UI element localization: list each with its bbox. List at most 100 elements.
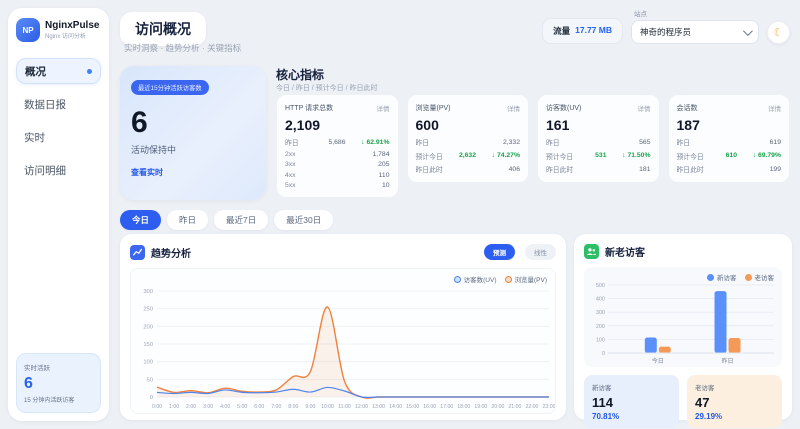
row-value: 2,332 [468, 139, 520, 146]
tab-last-7-days[interactable]: 最近7日 [214, 210, 268, 230]
svg-text:6:00: 6:00 [254, 404, 264, 410]
svg-text:2:00: 2:00 [186, 404, 196, 410]
stat-percent: 70.81% [592, 412, 671, 421]
app-logo: NP NginxPulse Nginx 访问分析 [16, 18, 101, 42]
tab-last-30-days[interactable]: 最近30日 [274, 210, 333, 230]
moon-icon: ☾ [774, 26, 784, 39]
svg-text:300: 300 [596, 310, 605, 316]
row-delta: ↓ 71.50% [607, 152, 651, 159]
site-select[interactable]: 神奇的程序员 [631, 20, 759, 44]
svg-text:22:00: 22:00 [525, 404, 538, 410]
svg-text:14:00: 14:00 [389, 404, 402, 410]
hero-status: 活动保持中 [131, 143, 255, 156]
svg-text:100: 100 [596, 337, 605, 343]
tab-yesterday[interactable]: 昨日 [167, 210, 208, 230]
row-label: 2xx [285, 151, 337, 158]
row-label: 预计今日 [677, 151, 707, 161]
trend-legend: 访客数(UV) 浏览量(PV) [454, 274, 547, 284]
sidebar-item-daily-report[interactable]: 数据日报 [16, 91, 101, 117]
hero-value: 6 [131, 106, 255, 140]
svg-text:3:00: 3:00 [203, 404, 213, 410]
svg-text:13:00: 13:00 [372, 404, 385, 410]
trend-mode-forecast-button[interactable]: 预测 [484, 244, 515, 260]
svg-text:50: 50 [147, 377, 153, 383]
metric-card-title: 会话数 [677, 103, 698, 113]
svg-text:10:00: 10:00 [321, 404, 334, 410]
row-value: 619 [729, 139, 781, 146]
old-visitor-stat-box: 老访客 47 29.19% [687, 375, 782, 428]
stat-value: 114 [592, 395, 671, 410]
hero-badge: 最近15分钟活跃访客数 [131, 80, 209, 95]
row-value: 610 [707, 152, 737, 159]
app-subtitle: Nginx 访问分析 [45, 31, 99, 40]
sidebar-menu: 概况 数据日报 实时 访问明细 [16, 58, 101, 183]
page-title: 访问概况 [120, 12, 206, 46]
traffic-badge: 流量 17.77 MB [542, 18, 623, 44]
row-label: 预计今日 [546, 151, 576, 161]
svg-text:200: 200 [596, 324, 605, 330]
sidebar: NP NginxPulse Nginx 访问分析 概况 数据日报 实时 访问明细… [8, 8, 109, 421]
row-label: 昨日 [285, 137, 315, 147]
metric-card-detail-link[interactable]: 详情 [768, 103, 781, 113]
trend-analysis-panel: 趋势分析 预测 线性 访客数(UV) 浏览量(PV) 0501001502002… [120, 234, 566, 420]
svg-text:16:00: 16:00 [423, 404, 436, 410]
svg-text:1:00: 1:00 [169, 404, 179, 410]
row-label: 昨日 [546, 137, 598, 147]
sidebar-item-visit-detail[interactable]: 访问明细 [16, 157, 101, 183]
row-value: 5,686 [315, 139, 345, 146]
pv-dot-icon [505, 276, 512, 283]
sidebar-item-label: 访问明细 [24, 163, 66, 178]
core-metrics-title: 核心指标 [276, 66, 324, 83]
row-label: 4xx [285, 172, 337, 179]
metric-card-title: HTTP 请求总数 [285, 103, 333, 113]
svg-text:21:00: 21:00 [508, 404, 521, 410]
active-visitors-value: 6 [24, 375, 93, 393]
svg-text:500: 500 [596, 283, 605, 289]
sidebar-item-label: 数据日报 [24, 97, 66, 112]
new-visitor-stat-box: 新访客 114 70.81% [584, 375, 679, 428]
row-label: 昨日 [677, 137, 729, 147]
svg-text:15:00: 15:00 [406, 404, 419, 410]
row-value: 1,784 [337, 151, 389, 158]
visitor-stats: 新访客 114 70.81% 老访客 47 29.19% [584, 375, 782, 428]
svg-text:18:00: 18:00 [457, 404, 470, 410]
metric-card-detail-link[interactable]: 详情 [377, 103, 390, 113]
site-select-value: 神奇的程序员 [640, 26, 691, 38]
row-value: 181 [598, 166, 650, 173]
svg-text:20:00: 20:00 [491, 404, 504, 410]
sidebar-item-overview[interactable]: 概况 [16, 58, 101, 84]
trend-line-chart: 0501001502002503000:001:002:003:004:005:… [131, 269, 555, 413]
svg-text:0: 0 [602, 351, 605, 357]
stat-label: 新访客 [592, 382, 671, 392]
legend-item-uv: 访客数(UV) [454, 274, 497, 284]
tab-today[interactable]: 今日 [120, 210, 161, 230]
svg-text:昨日: 昨日 [722, 357, 734, 365]
legend-item-pv: 浏览量(PV) [505, 274, 548, 284]
trend-title: 趋势分析 [151, 245, 478, 260]
view-realtime-link[interactable]: 查看实时 [131, 167, 255, 178]
row-value: 199 [729, 166, 781, 173]
row-label: 3xx [285, 161, 337, 168]
sidebar-item-label: 实时 [24, 130, 45, 145]
row-value: 2,632 [446, 152, 476, 159]
svg-text:今日: 今日 [652, 357, 664, 365]
theme-toggle-button[interactable]: ☾ [767, 21, 790, 44]
metric-card-detail-link[interactable]: 详情 [507, 103, 520, 113]
old-visitor-dot-icon [745, 274, 752, 281]
sidebar-item-realtime[interactable]: 实时 [16, 124, 101, 150]
metric-card-value: 161 [546, 117, 651, 133]
new-visitor-dot-icon [707, 274, 714, 281]
site-label: 站点 [634, 8, 759, 18]
trend-mode-linear-button[interactable]: 线性 [525, 244, 556, 260]
stat-label: 老访客 [695, 382, 774, 392]
app-logo-icon: NP [16, 18, 40, 42]
svg-text:4:00: 4:00 [220, 404, 230, 410]
metric-card-detail-link[interactable]: 详情 [638, 103, 651, 113]
row-delta: ↓ 69.79% [737, 152, 781, 159]
chevron-down-icon [743, 26, 753, 36]
uv-dot-icon [454, 276, 461, 283]
svg-text:12:00: 12:00 [355, 404, 368, 410]
legend-item-new: 新访客 [707, 272, 737, 282]
metric-card-sessions: 会话数 详情 187 昨日619 预计今日610↓ 69.79% 昨日此时199 [668, 94, 791, 183]
active-dot-icon [87, 69, 92, 74]
